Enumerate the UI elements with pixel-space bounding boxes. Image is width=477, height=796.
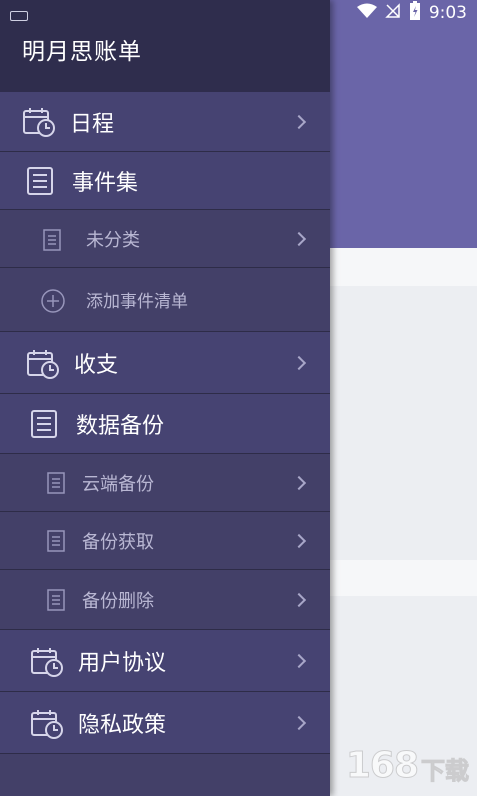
menu-item-label: 事件集 (72, 170, 139, 196)
chevron-right-icon (291, 355, 307, 370)
status-time: 9:03 (428, 3, 467, 23)
menu-item-add-event-list[interactable]: 添加事件清单 (0, 268, 330, 332)
watermark-number: 168 (345, 745, 419, 787)
menu-item-backup-delete[interactable]: 备份删除 (0, 570, 330, 630)
navigation-drawer: 明月思账单 日程 事件集 未分类 添加事件清单 收支 数据备份 云端备份 备份获… (0, 0, 330, 796)
menu-item-label: 数据备份 (76, 413, 165, 439)
menu-item-label: 备份获取 (82, 531, 154, 553)
no-signal-icon (385, 3, 401, 23)
calendar-clock-icon (22, 106, 56, 138)
notebook-icon (30, 409, 58, 439)
battery-icon (409, 1, 421, 25)
menu-item-label: 备份删除 (82, 590, 154, 612)
menu-item-user-agreement[interactable]: 用户协议 (0, 630, 330, 692)
menu-item-income-expense[interactable]: 收支 (0, 332, 330, 394)
calendar-clock-icon (30, 646, 64, 678)
wifi-icon (356, 3, 377, 23)
chevron-right-icon (291, 475, 307, 490)
calendar-clock-icon (26, 348, 60, 380)
menu-item-label: 未分类 (86, 229, 140, 251)
menu-item-label: 隐私政策 (78, 712, 167, 738)
keyboard-icon (10, 11, 28, 21)
chevron-right-icon (291, 533, 307, 548)
menu-item-label: 用户协议 (78, 650, 167, 676)
menu-item-privacy-policy[interactable]: 隐私政策 (0, 692, 330, 754)
menu-item-schedule[interactable]: 日程 (0, 92, 330, 152)
watermark-text: 下载 (421, 757, 470, 786)
chevron-right-icon (291, 592, 307, 607)
menu-item-label: 日程 (70, 111, 115, 137)
menu-item-label: 云端备份 (82, 473, 154, 495)
menu-item-backup-restore[interactable]: 备份获取 (0, 512, 330, 570)
notebook-icon (26, 166, 54, 196)
drawer-header: 明月思账单 (0, 0, 330, 92)
chevron-right-icon (291, 114, 307, 129)
chevron-right-icon (291, 653, 307, 668)
menu-item-label: 添加事件清单 (86, 292, 188, 312)
menu-item-label: 收支 (74, 352, 119, 378)
menu-item-data-backup[interactable]: 数据备份 (0, 394, 330, 454)
menu-item-uncategorized[interactable]: 未分类 (0, 210, 330, 268)
document-icon (46, 588, 66, 612)
status-bar: 9:03 (356, 1, 467, 25)
menu-item-event-set[interactable]: 事件集 (0, 152, 330, 210)
menu-item-cloud-backup[interactable]: 云端备份 (0, 454, 330, 512)
drawer-title: 明月思账单 (22, 39, 142, 65)
calendar-clock-icon (30, 708, 64, 740)
add-circle-icon (40, 288, 66, 314)
document-icon (42, 228, 62, 252)
watermark-logo: 168 下载 (345, 745, 470, 787)
document-icon (46, 529, 66, 553)
document-icon (46, 471, 66, 495)
chevron-right-icon (291, 715, 307, 730)
chevron-right-icon (291, 231, 307, 246)
